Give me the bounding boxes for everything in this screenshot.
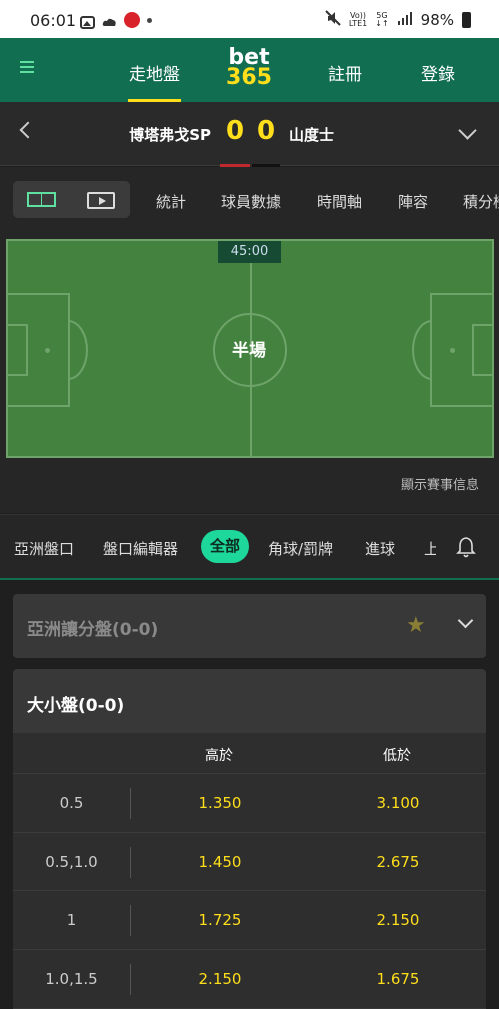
asian-handicap-market[interactable]: 亞洲讓分盤(0-0) ★: [13, 594, 486, 658]
pitch-view-icon[interactable]: [27, 192, 56, 207]
table-row: 0.5 1.350 3.100: [13, 773, 486, 832]
odds-table-header: 高於 低於: [13, 733, 486, 773]
show-match-info-link[interactable]: 顯示賽事信息: [401, 474, 479, 493]
back-icon[interactable]: [19, 121, 37, 139]
status-time: 06:01: [30, 11, 77, 30]
mute-icon: [325, 10, 341, 30]
tab-asian-lines[interactable]: 亞洲盤口: [14, 538, 74, 559]
view-toggle: [13, 181, 130, 218]
away-score: 0: [257, 116, 276, 146]
totals-market: 大小盤(0-0) 高於 低於 0.5 1.350 3.100 0.5,1.0 1…: [13, 669, 486, 1009]
tab-bet-builder[interactable]: 盤口編輯器: [103, 538, 178, 559]
tab-player-stats[interactable]: 球員數據: [221, 191, 281, 212]
over-odds[interactable]: 2.150: [173, 970, 267, 988]
tab-stats[interactable]: 統計: [156, 191, 186, 212]
home-score: 0: [226, 116, 245, 146]
star-icon[interactable]: ★: [406, 613, 426, 638]
nav-live[interactable]: 走地盤: [129, 60, 180, 85]
app-header: 走地盤 bet 365 註冊 登錄: [0, 38, 499, 102]
bet365-logo[interactable]: bet 365: [224, 47, 274, 89]
table-row: 1 1.725 2.150: [13, 890, 486, 949]
login-link[interactable]: 登錄: [421, 60, 455, 85]
tab-lineups[interactable]: 陣容: [398, 191, 428, 212]
markets-list: 亞洲讓分盤(0-0) ★ 大小盤(0-0) 高於 低於 0.5 1.350 3.…: [0, 580, 499, 1009]
battery-icon: [462, 12, 471, 28]
column-under: 低於: [383, 748, 411, 764]
tab-timeline[interactable]: 時間軸: [317, 191, 362, 212]
menu-icon[interactable]: [20, 61, 34, 76]
match-clock: 45:00: [218, 241, 281, 263]
market-title: 大小盤(0-0): [27, 696, 125, 716]
tab-standings[interactable]: 積分榜: [463, 191, 499, 212]
under-odds[interactable]: 2.150: [351, 911, 445, 929]
tab-half[interactable]: 上: [424, 538, 436, 559]
table-row: 1.0,1.5 2.150 1.675: [13, 949, 486, 1008]
over-odds[interactable]: 1.350: [173, 794, 267, 812]
more-notifications-icon: [147, 17, 152, 23]
tab-corners-cards[interactable]: 角球/罰牌: [268, 538, 333, 559]
register-link[interactable]: 註冊: [328, 60, 362, 85]
column-over: 高於: [205, 748, 233, 764]
match-status: 半場: [232, 341, 266, 361]
match-tracker: [0, 233, 499, 513]
under-odds[interactable]: 3.100: [351, 794, 445, 812]
over-odds[interactable]: 1.725: [173, 911, 267, 929]
signal-icon: [397, 11, 413, 29]
chevron-down-icon[interactable]: [457, 612, 474, 629]
line-value: 1.0,1.5: [45, 970, 98, 988]
status-bar: 06:01 Vo)) LTE1 5G ↓↑ 98%: [0, 0, 499, 38]
video-play-icon[interactable]: [87, 192, 115, 209]
bell-icon[interactable]: [456, 536, 476, 558]
market-title: 亞洲讓分盤(0-0): [27, 620, 159, 640]
gallery-icon: [80, 14, 95, 29]
line-value: 0.5: [59, 794, 84, 812]
tab-all[interactable]: 全部: [201, 530, 249, 563]
battery-percent: 98%: [420, 11, 454, 29]
table-row: 0.5,1.0 1.450 2.675: [13, 832, 486, 891]
market-tab-bar: 亞洲盤口 盤口編輯器 全部 角球/罰牌 進球 上: [0, 514, 499, 580]
home-team-name: 博塔弗戈SP: [129, 126, 211, 144]
under-odds[interactable]: 2.675: [351, 853, 445, 871]
tab-goals[interactable]: 進球: [365, 538, 395, 559]
line-value: 1: [66, 911, 77, 929]
volte-indicator: Vo)) LTE1: [348, 11, 368, 28]
match-header: 博塔弗戈SP 0 0 山度士: [0, 102, 499, 167]
network-indicator: 5G ↓↑: [375, 11, 389, 28]
cloud-icon: [102, 14, 117, 27]
app-notification-icon: [124, 12, 140, 28]
stats-tab-bar: 統計 球員數據 時間軸 陣容 積分榜: [0, 167, 499, 233]
away-team-name: 山度士: [289, 126, 335, 144]
under-odds[interactable]: 1.675: [351, 970, 445, 988]
over-odds[interactable]: 1.450: [173, 853, 267, 871]
line-value: 0.5,1.0: [45, 853, 98, 871]
